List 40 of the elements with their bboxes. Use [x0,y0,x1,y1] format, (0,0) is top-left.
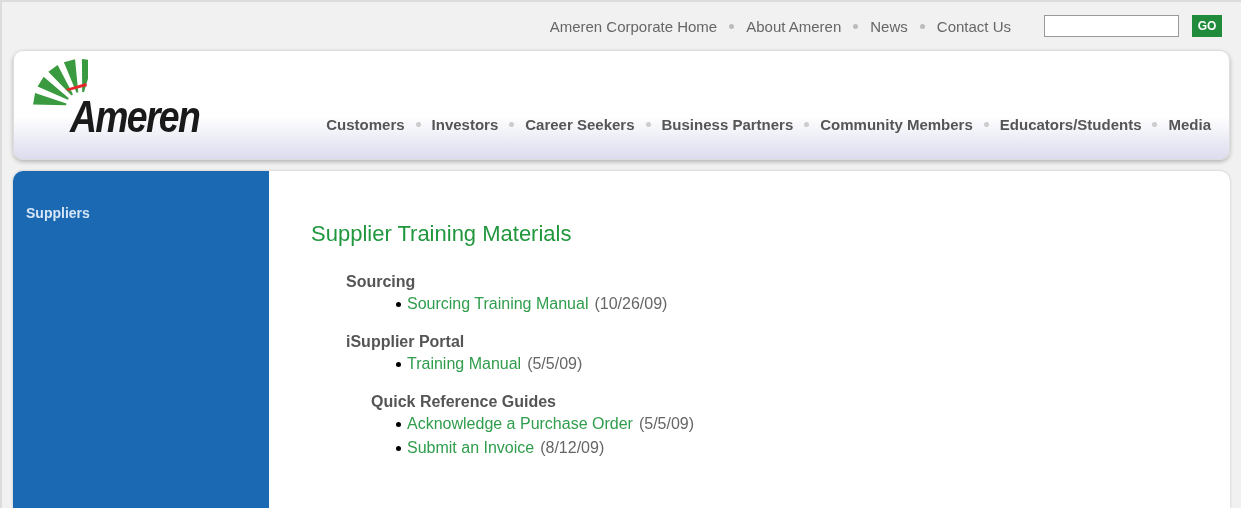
section-heading: Sourcing [346,273,417,291]
utility-link[interactable]: About Ameren [746,17,842,35]
document-link[interactable]: Training Manual [407,355,522,373]
date-label: (8/12/09) [540,439,605,457]
go-button[interactable]: GO [1192,15,1222,37]
section-heading: Quick Reference Guides [371,393,557,411]
separator-dot [804,122,810,127]
date-label: (10/26/09) [594,295,668,313]
bullet-dot [396,361,401,367]
separator-dot [729,23,735,29]
separator-dot [415,122,421,127]
nav-link[interactable]: Customers [326,116,405,133]
utility-link[interactable]: News [870,17,908,35]
separator-dot [509,122,515,127]
date-label: (5/5/09) [638,415,695,433]
document-link[interactable]: Sourcing Training Manual [407,295,589,313]
utility-link[interactable]: Ameren Corporate Home [549,17,718,35]
nav-link[interactable]: Business Partners [661,116,794,133]
nav-link[interactable]: Investors [431,116,499,133]
bullet-dot [396,301,401,307]
separator-dot [645,122,651,127]
nav-link[interactable]: Community Members [820,116,973,133]
bullet-dot [396,421,401,427]
page-title: Supplier Training Materials [311,221,573,247]
separator-dot [1152,122,1158,127]
search-field[interactable] [1044,15,1179,37]
sidebar-link[interactable]: Suppliers [26,205,256,221]
document-link[interactable]: Acknowledge a Purchase Order [407,415,633,433]
logo-text: Ameren [70,95,200,139]
document-link[interactable]: Submit an Invoice [407,439,535,457]
nav-link[interactable]: Media [1168,116,1211,133]
utility-link[interactable]: Contact Us [936,17,1011,35]
separator-dot [919,23,925,29]
section-heading: iSupplier Portal [346,333,466,351]
bullet-dot [396,445,401,451]
separator-dot [853,23,859,29]
date-label: (5/5/09) [527,355,583,373]
separator-dot [983,122,989,127]
nav-link[interactable]: Educators/Students [999,116,1142,133]
nav-link[interactable]: Career Seekers [525,116,635,133]
